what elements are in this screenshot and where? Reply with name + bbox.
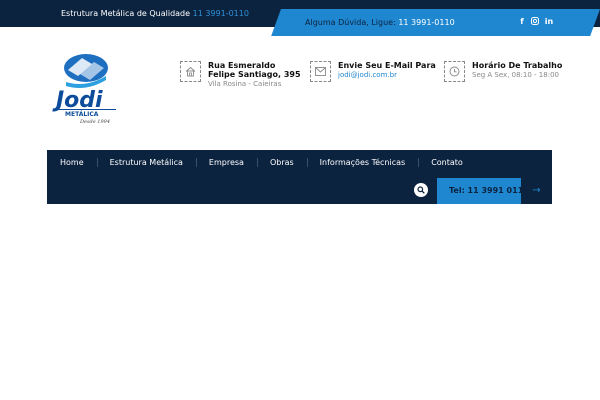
topbar-phone-link[interactable]: 11 3991-0110 [193, 9, 249, 18]
search-icon [417, 186, 425, 194]
search-button[interactable] [414, 183, 428, 197]
instagram-icon[interactable] [530, 17, 540, 27]
nav-menu: Home Estrutura Metálica Empresa Obras In… [47, 150, 476, 175]
help-text: Alguma Dúvida, Ligue: [305, 18, 396, 27]
nav-item-home[interactable]: Home [47, 150, 97, 175]
linkedin-icon[interactable]: in [544, 17, 554, 27]
home-icon [180, 61, 201, 82]
address-line-1: Rua Esmeraldo [208, 61, 276, 70]
topbar-tagline: Estrutura Metálica de Qualidade 11 3991-… [61, 0, 249, 27]
help-line: Alguma Dúvida, Ligue: 11 3991-0110 [305, 9, 455, 36]
address-district: Vila Rosina - Caieiras [208, 80, 282, 88]
arrow-right-icon[interactable]: → [521, 178, 552, 204]
tel-label: Tel: 11 3991 0110 [449, 186, 529, 195]
nav-item-estrutura-metalica[interactable]: Estrutura Metálica [96, 150, 196, 175]
tel-callout[interactable]: Tel: 11 3991 0110 → [437, 178, 552, 204]
clock-icon [444, 61, 465, 82]
email-link[interactable]: jodi@jodi.com.br [338, 70, 436, 80]
topbar-help: Alguma Dúvida, Ligue: 11 3991-0110 f in [305, 9, 600, 36]
hours-title: Horário De Trabalho [472, 61, 563, 70]
nav-item-informacoes-tecnicas[interactable]: Informações Técnicas [306, 150, 419, 175]
envelope-icon [310, 61, 331, 82]
hours-value: Seg A Sex, 08:10 - 18:00 [472, 71, 559, 79]
nav-item-empresa[interactable]: Empresa [195, 150, 257, 175]
facebook-icon[interactable]: f [517, 17, 527, 27]
help-phone-link[interactable]: 11 3991-0110 [398, 18, 454, 27]
email-title: Envie Seu E-Mail Para [338, 61, 436, 70]
main-navigation: Home Estrutura Metálica Empresa Obras In… [47, 150, 552, 204]
tagline-text: Estrutura Metálica de Qualidade [61, 9, 191, 18]
svg-text:METÁLICA: METÁLICA [65, 111, 99, 118]
address-line-2: Felipe Santiago, 395 [208, 70, 301, 79]
nav-item-contato[interactable]: Contato [418, 150, 476, 175]
svg-text:Desde 1994: Desde 1994 [79, 119, 110, 124]
nav-item-obras[interactable]: Obras [256, 150, 307, 175]
jodi-logo[interactable]: Jodi METÁLICA Desde 1994 [52, 52, 118, 125]
